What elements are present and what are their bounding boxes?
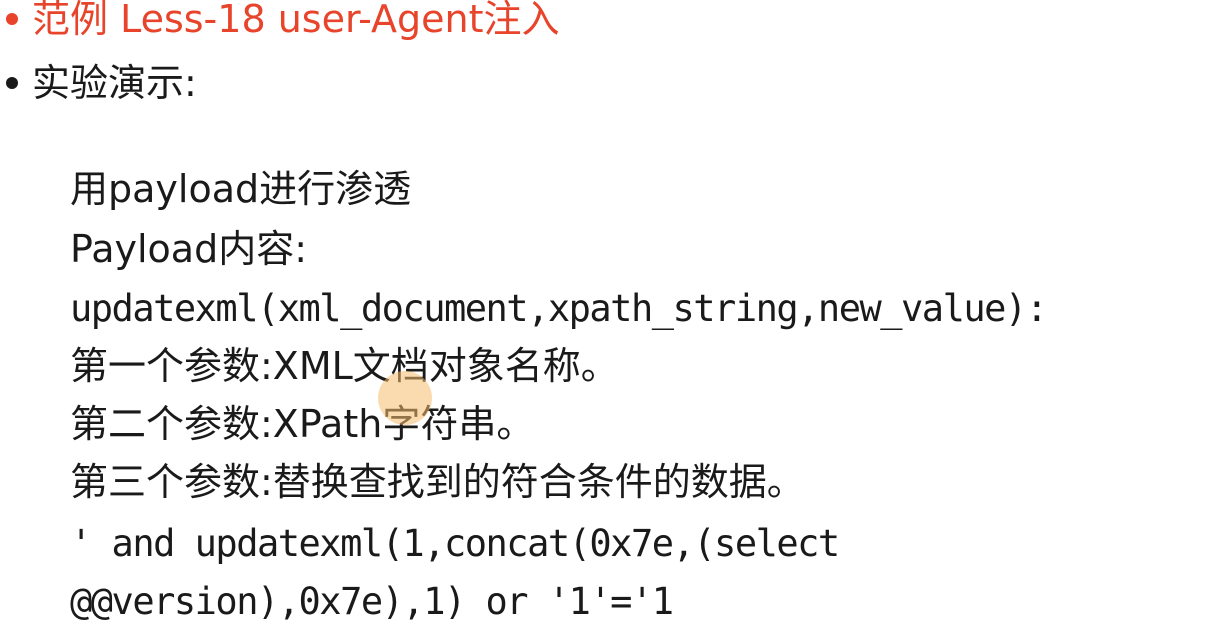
body-line-param-3: 第三个参数:替换查找到的符合条件的数据。 [70, 460, 805, 504]
body-line-updatexml-signature: updatexml(xml_document,xpath_string,new_… [70, 287, 1048, 330]
bullet-dot-icon [6, 76, 18, 89]
bullet-dot-icon [6, 12, 18, 25]
body-line-penetration: 用payload进行渗透 [70, 167, 412, 211]
bullet-demo-text: 实验演示: [32, 61, 197, 105]
body-line-param-1: 第一个参数:XML文档对象名称。 [70, 344, 619, 388]
bullet-title: 范例 Less-18 user-Agent注入 [0, 0, 560, 42]
slide: 范例 Less-18 user-Agent注入 实验演示: 用payload进行… [0, 0, 1216, 623]
cursor-highlight-icon [378, 371, 432, 425]
bullet-demo: 实验演示: [0, 60, 197, 106]
body-line-payload-code-1: ' and updatexml(1,concat(0x7e,(select [70, 522, 840, 565]
bullet-title-text: 范例 Less-18 user-Agent注入 [32, 0, 560, 41]
body-line-payload-code-2: @@version),0x7e),1) or '1'='1 [70, 580, 674, 623]
body-line-param-2: 第二个参数:XPath字符串。 [70, 402, 535, 446]
body-line-payload-content: Payload内容: [70, 227, 307, 271]
